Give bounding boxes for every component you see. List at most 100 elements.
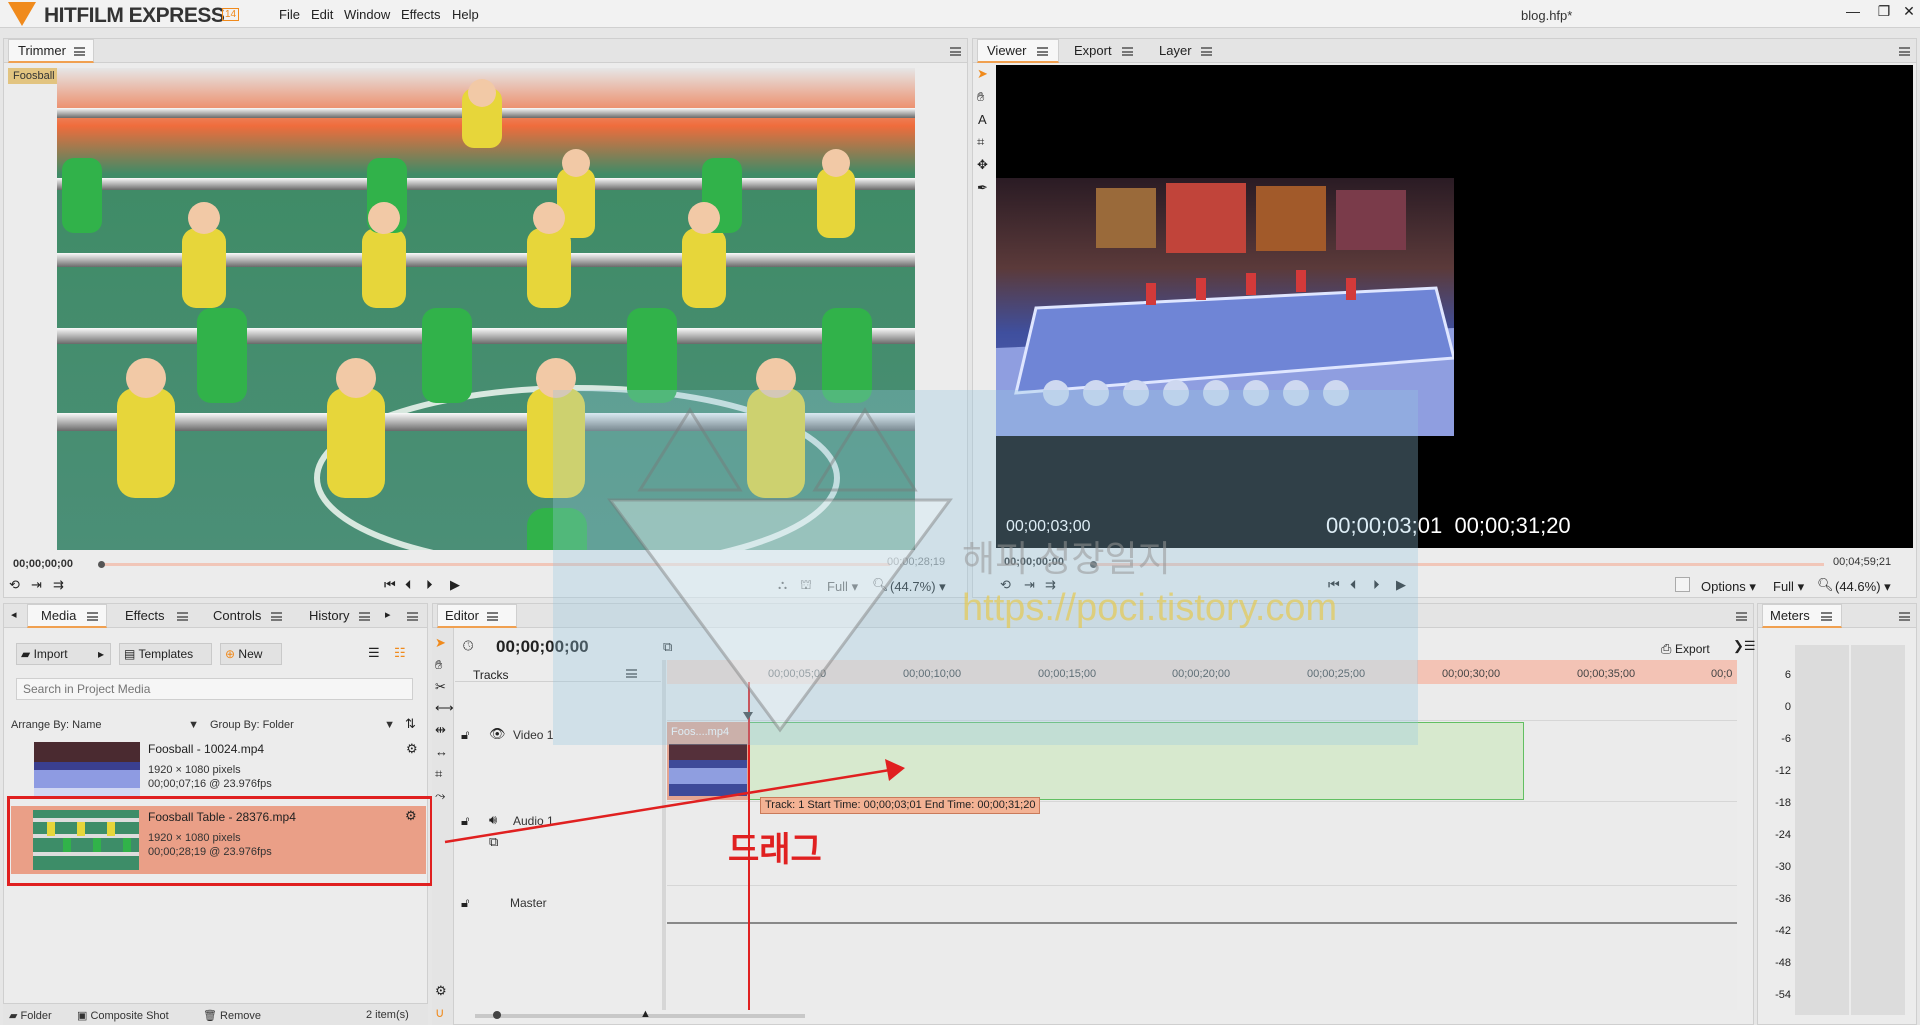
menu-edit[interactable]: Edit [311, 7, 333, 22]
viewer-loop-icon[interactable]: ⟲ [1000, 577, 1011, 593]
trimmer-scrub-bar[interactable] [100, 563, 890, 566]
controls-tab-menu-icon[interactable] [271, 612, 282, 621]
composite-shot-button[interactable]: ▣ Composite Shot [77, 1009, 169, 1022]
editor-zoom-max-icon[interactable]: ▲ [640, 1008, 651, 1020]
ripple-tool-icon[interactable]: ↔ [435, 744, 448, 759]
tab-history[interactable]: History [309, 608, 349, 623]
trimmer-loop-icon[interactable]: ⟲ [9, 577, 20, 593]
editor-settings-icon[interactable]: ⚙ [435, 983, 447, 999]
media-item-settings-icon[interactable]: ⚙ [406, 741, 418, 757]
trimmer-tab-menu-icon[interactable] [74, 47, 85, 56]
video-lock-icon[interactable]: 🔓︎ [461, 727, 469, 743]
media-panel-menu-icon[interactable] [407, 612, 418, 621]
trimmer-mark-in-icon[interactable]: ⛬ [778, 577, 787, 593]
trimmer-mark-out-icon[interactable]: ⛫ [800, 577, 812, 595]
media-item-settings-icon[interactable]: ⚙ [405, 808, 417, 824]
viewer-quality-select[interactable]: Full ▾ [1773, 579, 1804, 595]
video-visibility-icon[interactable]: 👁︎ [489, 726, 506, 742]
razor-tool-icon[interactable]: ✂ [435, 679, 446, 695]
trimmer-insert-icon[interactable]: ⇥ [31, 577, 42, 593]
tab-export[interactable]: Export [1074, 43, 1112, 58]
pen-tool-icon[interactable]: ✒︎ [977, 180, 988, 196]
restore-icon[interactable]: ❐ [1874, 3, 1894, 20]
roll-tool-icon[interactable]: ⌗ [435, 766, 442, 782]
tracks-menu-icon[interactable] [626, 669, 637, 678]
tab-scroll-left-icon[interactable]: ◂ [11, 608, 17, 621]
meters-panel-menu-icon[interactable] [1899, 612, 1910, 621]
list-view-icon[interactable]: ☰ [368, 645, 380, 661]
trimmer-zoom-icon[interactable]: 🔍︎ [872, 577, 889, 593]
audio-lock-icon[interactable]: 🔓︎ [461, 813, 469, 829]
trimmer-playhead[interactable] [98, 561, 105, 568]
export-tab-menu-icon[interactable] [1122, 47, 1133, 56]
trimmer-zoom-select[interactable]: (44.7%) ▾ [890, 579, 946, 595]
trimmer-panel-menu-icon[interactable] [950, 47, 961, 56]
track-divider[interactable] [662, 660, 666, 1010]
tab-controls[interactable]: Controls [213, 608, 261, 623]
move-tool-icon[interactable]: ✥ [977, 157, 988, 173]
sort-az-icon[interactable]: ⇅ [405, 716, 416, 732]
viewer-step-forward-icon[interactable]: ⏵ [1373, 577, 1380, 593]
editor-tab-menu-icon[interactable] [487, 612, 498, 621]
viewer-grid-toggle[interactable] [1675, 577, 1690, 592]
menu-effects[interactable]: Effects [401, 7, 441, 22]
viewer-overlay-icon[interactable]: ⇉ [1045, 577, 1056, 593]
viewer-insert-icon[interactable]: ⇥ [1024, 577, 1035, 593]
editor-export-menu-icon[interactable]: ❯☰ [1733, 638, 1756, 654]
track-audio-1[interactable] [667, 806, 1737, 886]
arrange-by-select[interactable]: Arrange By: Name ▼ [11, 719, 199, 731]
trimmer-play-icon[interactable]: ▶ [450, 577, 460, 593]
editor-select-tool-icon[interactable]: ➤ [435, 635, 446, 651]
text-tool-icon[interactable]: A [978, 112, 987, 127]
snapping-icon[interactable]: ∪ [435, 1005, 445, 1021]
tab-layer[interactable]: Layer [1159, 43, 1192, 58]
history-tab-menu-icon[interactable] [359, 612, 370, 621]
menu-window[interactable]: Window [344, 7, 390, 22]
viewer-panel-menu-icon[interactable] [1899, 47, 1910, 56]
viewer-play-icon[interactable]: ▶ [1396, 577, 1406, 593]
trimmer-step-back-icon[interactable]: ⏴ [405, 577, 412, 593]
rate-tool-icon[interactable]: ⤳ [435, 788, 445, 804]
viewer-zoom-icon[interactable]: 🔍︎ [1817, 577, 1834, 593]
import-button[interactable]: ▰ Import ▸ [16, 643, 111, 665]
menu-file[interactable]: File [279, 7, 300, 22]
media-tab-menu-icon[interactable] [87, 612, 98, 621]
composite-icon[interactable]: ⧉ [663, 639, 672, 655]
editor-export-button[interactable]: ⎙ Export [1661, 641, 1710, 657]
hand-tool-icon[interactable]: ✋︎ [977, 89, 984, 105]
trimmer-step-forward-icon[interactable]: ⏵ [426, 577, 433, 593]
menu-help[interactable]: Help [452, 7, 479, 22]
viewer-options-menu[interactable]: Options ▾ [1701, 579, 1756, 595]
editor-timecode[interactable]: 00;00;00;00 [496, 637, 589, 657]
editor-hand-tool-icon[interactable]: ✋︎ [435, 657, 442, 673]
viewer-zoom-select[interactable]: (44.6%) ▾ [1835, 579, 1891, 595]
viewer-playhead[interactable] [1090, 561, 1097, 568]
meters-tab-menu-icon[interactable] [1821, 612, 1832, 621]
detail-view-icon[interactable]: ☷ [394, 645, 406, 661]
tab-effects[interactable]: Effects [125, 608, 165, 623]
templates-button[interactable]: ▤ Templates [119, 643, 212, 665]
trimmer-quality-select[interactable]: Full ▾ [827, 579, 858, 595]
viewer-step-back-icon[interactable]: ⏴ [1350, 577, 1357, 593]
audio-speaker-icon[interactable]: 🔊︎ [489, 812, 497, 828]
audio-waveform-icon[interactable]: ⧉ [489, 834, 498, 850]
media-search-input[interactable] [16, 678, 413, 700]
layer-tab-menu-icon[interactable] [1201, 47, 1212, 56]
trimmer-go-start-icon[interactable]: ⏮ [384, 577, 396, 593]
master-lock-icon[interactable]: 🔓︎ [461, 895, 469, 911]
playhead-marker-icon[interactable] [743, 712, 753, 720]
slide-tool-icon[interactable]: ⇹ [435, 722, 446, 738]
select-tool-icon[interactable]: ➤ [977, 66, 988, 82]
minimize-icon[interactable]: — [1843, 3, 1863, 19]
remove-button[interactable]: 🗑︎ Remove [203, 1009, 261, 1022]
close-icon[interactable]: ✕ [1899, 3, 1919, 20]
viewer-scrub-bar[interactable] [1092, 563, 1824, 566]
slip-tool-icon[interactable]: ⟷ [435, 700, 454, 716]
transform-tool-icon[interactable]: ⌗ [977, 134, 984, 150]
viewer-go-start-icon[interactable]: ⏮ [1328, 577, 1340, 593]
group-by-select[interactable]: Group By: Folder ▼ [210, 719, 395, 731]
editor-panel-menu-icon[interactable] [1736, 612, 1747, 621]
effects-tab-menu-icon[interactable] [177, 612, 188, 621]
folder-button[interactable]: ▰ Folder [9, 1009, 52, 1022]
tab-scroll-right-icon[interactable]: ▸ [385, 608, 391, 621]
